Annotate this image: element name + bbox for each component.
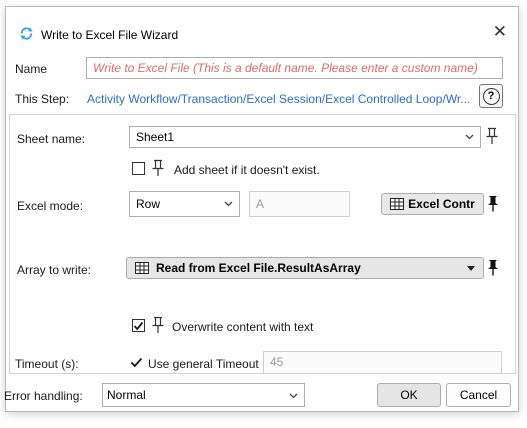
overwrite-label: Overwrite content with text bbox=[172, 320, 314, 334]
general-timeout-checkbox[interactable] bbox=[130, 357, 143, 368]
wizard-window: Write to Excel File Wizard ✕ Name Write … bbox=[4, 6, 519, 412]
pin-icon[interactable] bbox=[151, 316, 165, 334]
general-timeout-label: Use general Timeout bbox=[148, 357, 259, 371]
sync-arrows-icon bbox=[19, 26, 34, 44]
excel-mode-label: Excel mode: bbox=[17, 199, 84, 213]
error-handling-value: Normal bbox=[107, 388, 146, 402]
table-grid-icon bbox=[390, 198, 405, 210]
title-bar: Write to Excel File Wizard ✕ bbox=[6, 7, 518, 51]
name-label: Name bbox=[15, 62, 48, 76]
window-title: Write to Excel File Wizard bbox=[41, 28, 179, 42]
pin-icon[interactable] bbox=[485, 127, 499, 145]
sheet-name-combobox[interactable]: Sheet1 bbox=[129, 126, 481, 148]
sheet-name-value: Sheet1 bbox=[136, 130, 175, 144]
chevron-down-icon bbox=[224, 201, 233, 207]
check-icon bbox=[133, 321, 144, 330]
excel-mode-select[interactable]: Row bbox=[129, 191, 240, 217]
excel-mode-value: Row bbox=[136, 197, 161, 211]
cancel-button[interactable]: Cancel bbox=[446, 383, 511, 407]
ok-button[interactable]: OK bbox=[377, 383, 441, 407]
timeout-input[interactable]: 45 bbox=[263, 351, 502, 374]
caret-down-icon bbox=[467, 266, 475, 271]
excel-control-button[interactable]: Excel Contr bbox=[381, 193, 484, 215]
excel-control-label: Excel Contr bbox=[408, 197, 475, 211]
table-grid-icon bbox=[135, 262, 149, 274]
chevron-down-icon bbox=[465, 134, 474, 140]
array-select[interactable]: Read from Excel File.ResultAsArray bbox=[126, 257, 484, 279]
pin-icon[interactable] bbox=[487, 259, 499, 276]
pin-icon[interactable] bbox=[151, 159, 165, 177]
excel-mode-field[interactable]: A bbox=[249, 191, 350, 217]
chevron-down-icon bbox=[289, 393, 298, 399]
error-handling-select[interactable]: Normal bbox=[102, 383, 305, 407]
settings-panel: Sheet name: Sheet1 Add sheet if it doesn… bbox=[9, 114, 516, 374]
array-to-write-label: Array to write: bbox=[17, 263, 92, 277]
help-icon: ? bbox=[482, 87, 500, 105]
help-button[interactable]: ? bbox=[479, 84, 503, 108]
this-step-label: This Step: bbox=[15, 92, 70, 106]
timeout-label: Timeout (s): bbox=[15, 357, 79, 371]
pin-icon[interactable] bbox=[487, 195, 499, 212]
array-value: Read from Excel File.ResultAsArray bbox=[156, 261, 361, 275]
name-input[interactable]: Write to Excel File (This is a default n… bbox=[86, 57, 503, 79]
sheet-name-label: Sheet name: bbox=[17, 132, 86, 146]
close-icon[interactable]: ✕ bbox=[493, 23, 507, 41]
add-sheet-label: Add sheet if it doesn't exist. bbox=[174, 163, 320, 177]
error-handling-label: Error handling: bbox=[4, 389, 83, 403]
step-path-link[interactable]: Activity Workflow/Transaction/Excel Sess… bbox=[87, 92, 470, 106]
add-sheet-checkbox[interactable] bbox=[132, 162, 145, 175]
overwrite-checkbox[interactable] bbox=[132, 319, 145, 332]
